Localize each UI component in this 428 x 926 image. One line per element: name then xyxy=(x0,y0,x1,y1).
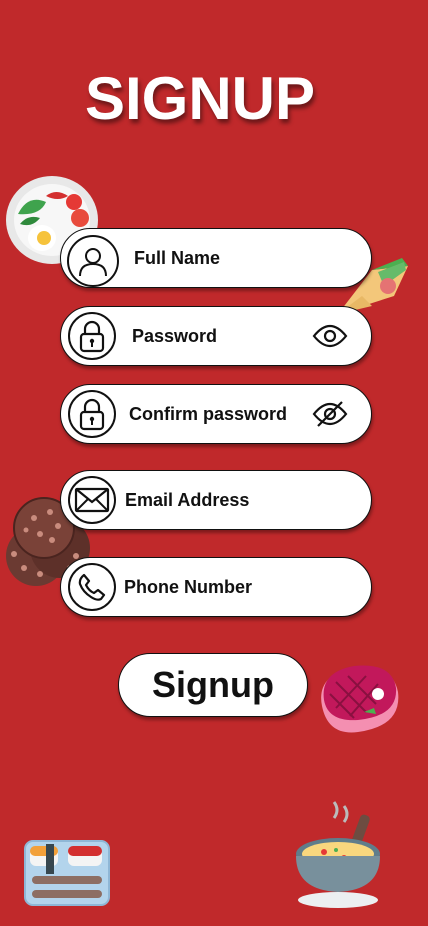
confirm-password-field[interactable]: Confirm password xyxy=(60,384,372,444)
user-icon xyxy=(67,235,119,287)
eye-icon[interactable] xyxy=(311,319,349,353)
steak-illustration xyxy=(321,665,399,733)
page-title: SIGNUP xyxy=(84,65,316,132)
email-field[interactable]: Email Address xyxy=(60,470,372,530)
signup-button[interactable]: Signup xyxy=(118,653,308,717)
phone-icon xyxy=(68,563,116,611)
eye-off-icon[interactable] xyxy=(311,397,349,431)
lock-icon xyxy=(68,312,116,360)
confirm-password-label: Confirm password xyxy=(129,404,288,424)
lock-icon xyxy=(68,390,116,438)
email-label: Email Address xyxy=(125,490,250,510)
mail-icon xyxy=(68,476,116,524)
password-field[interactable]: Password xyxy=(60,306,372,366)
password-label: Password xyxy=(132,326,218,346)
full-name-field[interactable]: Full Name xyxy=(60,228,372,288)
phone-label: Phone Number xyxy=(124,577,253,597)
sushi-tray-illustration xyxy=(24,840,110,906)
full-name-label: Full Name xyxy=(134,248,221,268)
phone-field[interactable]: Phone Number xyxy=(60,557,372,617)
soup-bowl-illustration xyxy=(296,801,380,908)
